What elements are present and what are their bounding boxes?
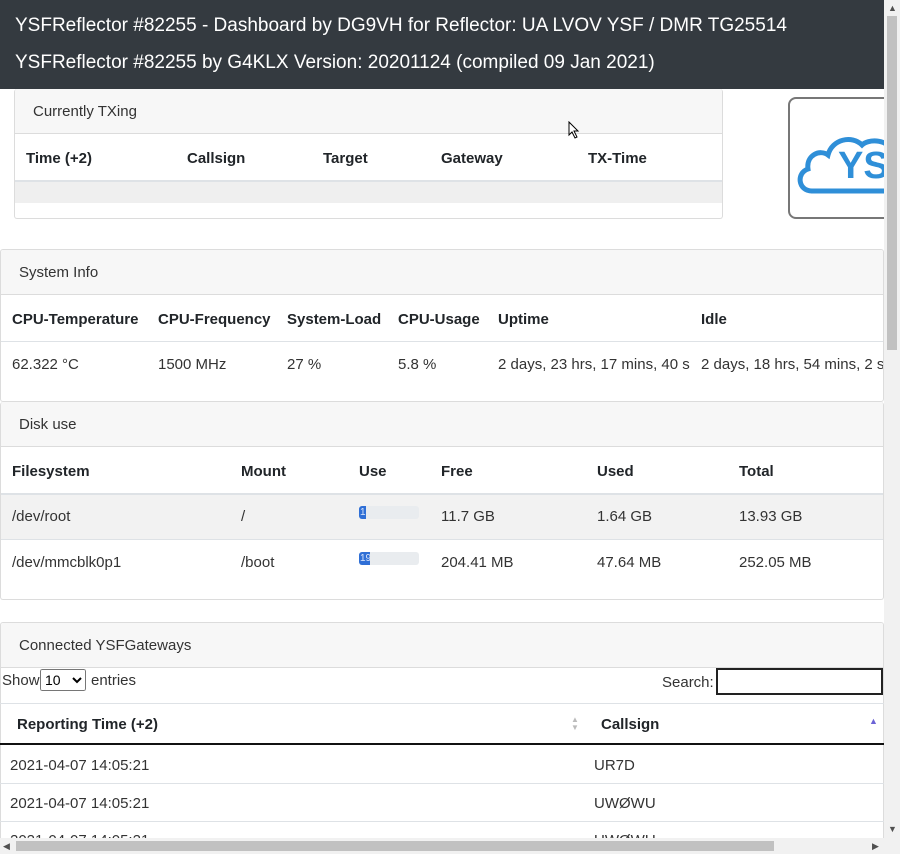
col-use: Use bbox=[359, 463, 387, 480]
total-cell: 13.93 GB bbox=[739, 508, 803, 525]
total-cell: 252.05 MB bbox=[739, 554, 812, 571]
use-progress-bar: 19% bbox=[359, 552, 419, 565]
col-system-load: System-Load bbox=[287, 311, 382, 328]
dashboard-title: YSFReflector #82255 - Dashboard by DG9VH… bbox=[15, 15, 787, 36]
used-cell: 47.64 MB bbox=[597, 554, 662, 571]
horizontal-scroll-thumb[interactable] bbox=[16, 841, 774, 851]
col-tx-time: TX-Time bbox=[588, 150, 647, 167]
col-cpu-temperature: CPU-Temperature bbox=[12, 311, 139, 328]
sort-both-icon[interactable]: ▲ ▼ bbox=[571, 716, 579, 732]
uptime-value: 2 days, 23 hrs, 17 mins, 40 s bbox=[498, 356, 690, 373]
col-callsign-sorted[interactable]: Callsign bbox=[601, 716, 659, 733]
ysf-logo: YS bbox=[788, 97, 898, 219]
col-cpu-frequency: CPU-Frequency bbox=[158, 311, 271, 328]
table-top-divider bbox=[0, 703, 884, 704]
page-length-select[interactable]: 10 bbox=[40, 669, 86, 691]
gateways-card: Connected YSFGateways bbox=[0, 622, 884, 854]
use-progress-bar: 12% bbox=[359, 506, 419, 519]
entries-label: entries bbox=[91, 672, 137, 689]
logo-text: YS bbox=[838, 145, 889, 187]
idle-value: 2 days, 18 hrs, 54 mins, 2 s bbox=[701, 356, 884, 373]
vertical-scrollbar[interactable]: ▲ ▼ bbox=[884, 0, 900, 854]
scroll-right-icon[interactable]: ▶ bbox=[872, 841, 879, 852]
version-info: YSFReflector #82255 by G4KLX Version: 20… bbox=[15, 52, 655, 73]
use-progress-fill: 19% bbox=[359, 552, 371, 565]
empty-table-row bbox=[15, 182, 722, 203]
table-divider bbox=[1, 341, 883, 342]
free-cell: 11.7 GB bbox=[441, 508, 495, 525]
col-cpu-usage: CPU-Usage bbox=[398, 311, 480, 328]
mouse-cursor-icon bbox=[568, 121, 580, 139]
col-uptime: Uptime bbox=[498, 311, 549, 328]
mount-cell: /boot bbox=[241, 554, 275, 571]
col-free: Free bbox=[441, 463, 473, 480]
col-callsign: Callsign bbox=[187, 150, 246, 167]
sort-asc-icon[interactable]: ▲ bbox=[869, 716, 878, 726]
search-input[interactable] bbox=[716, 668, 883, 695]
use-progress-fill: 12% bbox=[359, 506, 367, 519]
scroll-up-icon[interactable]: ▲ bbox=[888, 3, 897, 13]
used-cell: 1.64 GB bbox=[597, 508, 653, 525]
col-reporting-time[interactable]: Reporting Time (+2) bbox=[17, 716, 158, 733]
reporting-time-cell: 2021-04-07 14:05:21 bbox=[10, 757, 150, 774]
currently-txing-card: Currently TXing Time (+2) Callsign Targe… bbox=[14, 89, 723, 219]
disk-use-title: Disk use bbox=[1, 402, 883, 447]
callsign-cell: UWØWU bbox=[594, 795, 656, 812]
cpu-usage-value: 5.8 % bbox=[398, 356, 437, 373]
table-row: /dev/root / 12% 11.7 GB 1.64 GB 13.93 GB bbox=[1, 495, 883, 539]
horizontal-scrollbar[interactable]: ◀ ▶ bbox=[0, 838, 884, 854]
cpu-temperature-value: 62.322 °C bbox=[12, 356, 79, 373]
system-info-card: System Info CPU-Temperature CPU-Frequenc… bbox=[0, 249, 884, 402]
table-header-border bbox=[0, 743, 884, 745]
reporting-time-cell: 2021-04-07 14:05:21 bbox=[10, 795, 150, 812]
col-gateway: Gateway bbox=[441, 150, 503, 167]
table-row: /dev/mmcblk0p1 /boot 19% 204.41 MB 47.64… bbox=[1, 540, 883, 584]
row-divider bbox=[0, 783, 884, 784]
scroll-left-icon[interactable]: ◀ bbox=[3, 841, 10, 852]
col-time: Time (+2) bbox=[26, 150, 92, 167]
vertical-scroll-thumb[interactable] bbox=[887, 16, 897, 350]
show-label: Show bbox=[2, 672, 40, 689]
col-target: Target bbox=[323, 150, 368, 167]
col-used: Used bbox=[597, 463, 634, 480]
dashboard-header: YSFReflector #82255 - Dashboard by DG9VH… bbox=[0, 0, 884, 89]
scroll-down-icon[interactable]: ▼ bbox=[888, 824, 897, 834]
callsign-cell: UR7D bbox=[594, 757, 635, 774]
mount-cell: / bbox=[241, 508, 246, 525]
gateways-title: Connected YSFGateways bbox=[1, 623, 883, 668]
currently-txing-title: Currently TXing bbox=[15, 89, 722, 134]
free-cell: 204.41 MB bbox=[441, 554, 514, 571]
col-mount: Mount bbox=[241, 463, 286, 480]
col-idle: Idle bbox=[701, 311, 727, 328]
disk-use-card: Disk use Filesystem Mount Use Free Used … bbox=[0, 402, 884, 600]
col-filesystem: Filesystem bbox=[12, 463, 90, 480]
filesystem-cell: /dev/mmcblk0p1 bbox=[12, 554, 122, 571]
search-label: Search: bbox=[662, 674, 714, 691]
cpu-frequency-value: 1500 MHz bbox=[158, 356, 227, 373]
filesystem-cell: /dev/root bbox=[12, 508, 71, 525]
system-load-value: 27 % bbox=[287, 356, 322, 373]
row-divider bbox=[0, 821, 884, 822]
system-info-title: System Info bbox=[1, 250, 883, 295]
col-total: Total bbox=[739, 463, 774, 480]
